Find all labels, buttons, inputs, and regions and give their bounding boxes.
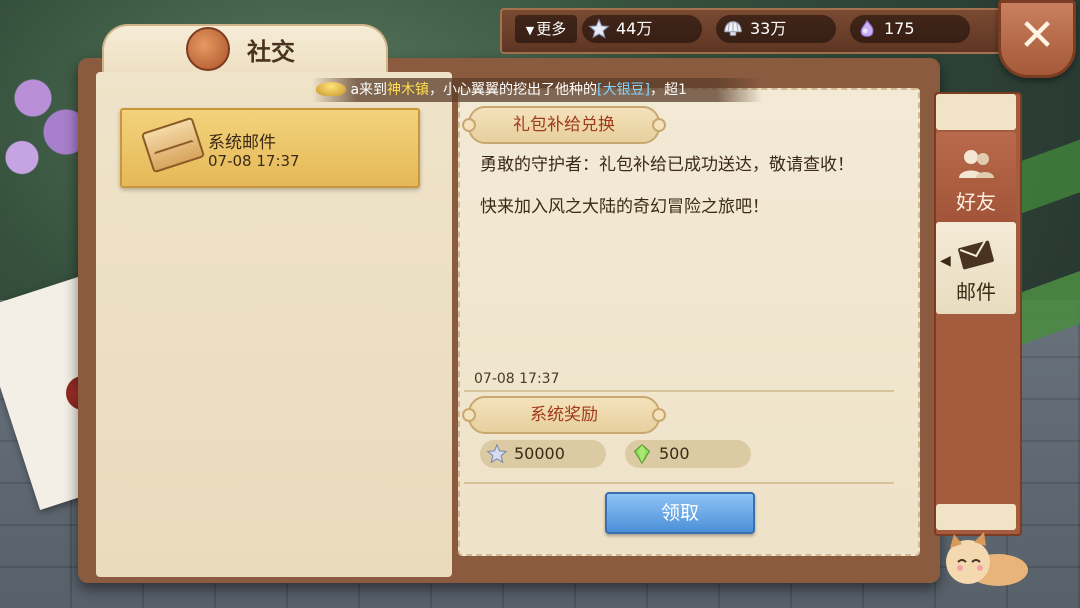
reward-header: 系统奖励 xyxy=(462,396,666,434)
tab-mail-label: 邮件 xyxy=(956,280,996,304)
currency-star[interactable]: 44万 xyxy=(582,15,702,43)
reward-header-label: 系统奖励 xyxy=(530,405,598,425)
currency-pearl[interactable]: 175 xyxy=(850,15,970,43)
chevron-down-icon: ▼ xyxy=(525,24,535,37)
ticker-text-1: a来到 xyxy=(350,82,388,98)
close-button[interactable]: ✕ xyxy=(998,0,1076,78)
star-icon xyxy=(588,18,610,39)
mail-list-item[interactable]: 系统邮件 07-08 17:37 xyxy=(120,108,420,188)
friends-icon xyxy=(959,150,994,178)
envelope-icon xyxy=(140,116,206,174)
game-scene: ▼ 更多 44万 33万 175 ✕ 社交 a来到神木镇，小心翼翼的挖出了他种的[… xyxy=(0,0,1080,608)
more-label: 更多 xyxy=(536,20,567,38)
shell-icon xyxy=(724,21,742,36)
more-button[interactable]: ▼ 更多 xyxy=(515,15,577,43)
currency-pearl-value: 175 xyxy=(884,19,915,38)
social-emblem-icon xyxy=(186,27,230,71)
ticker-item-link[interactable]: [大银豆] xyxy=(597,82,650,98)
message-line-2: 快来加入风之大陆的奇幻冒险之旅吧！ xyxy=(480,197,769,217)
ticker-place: 神木镇 xyxy=(387,82,430,98)
message-line-1: 勇敢的守护者：礼包补给已成功送达，敬请查收！ xyxy=(480,155,854,175)
close-icon: ✕ xyxy=(1018,10,1056,61)
reward-item[interactable]: 50000 xyxy=(480,440,606,468)
reward-value: 50000 xyxy=(514,444,565,463)
side-strip-cap xyxy=(936,94,1016,130)
system-ticker: a来到神木镇，小心翼翼的挖出了他种的[大银豆]，超1 xyxy=(312,78,762,102)
tab-friends[interactable]: 好友 xyxy=(936,132,1016,224)
active-tab-indicator-icon: ◀ xyxy=(940,253,951,269)
claim-label: 领取 xyxy=(660,502,699,524)
divider xyxy=(464,482,894,484)
silver-star-icon xyxy=(486,443,508,464)
tab-friends-label: 好友 xyxy=(956,190,996,214)
ticker-text-2: ，小心翼翼的挖出了他种的 xyxy=(429,82,598,98)
panel-title: 社交 xyxy=(247,38,295,66)
ticker-text-3: ，超1 xyxy=(649,82,687,98)
currency-shell[interactable]: 33万 xyxy=(716,15,836,43)
message-header: 礼包补给兑换 xyxy=(462,106,666,144)
mail-item-time: 07-08 17:37 xyxy=(208,152,300,170)
reward-value: 500 xyxy=(659,444,690,463)
currency-star-value: 44万 xyxy=(616,19,653,38)
divider xyxy=(464,390,894,392)
envelope-icon xyxy=(958,238,994,270)
side-strip-foot xyxy=(936,504,1016,530)
message-header-label: 礼包补给兑换 xyxy=(513,115,615,135)
green-gem-icon xyxy=(633,444,651,465)
currency-shell-value: 33万 xyxy=(750,19,787,38)
gold-ingot-icon xyxy=(316,82,346,96)
pet-mascot-icon xyxy=(946,532,1028,586)
pearl-icon xyxy=(860,19,874,37)
mail-item-title: 系统邮件 xyxy=(208,133,276,153)
message-time: 07-08 17:37 xyxy=(474,371,560,387)
claim-button[interactable]: 领取 xyxy=(605,492,755,534)
reward-item[interactable]: 500 xyxy=(625,440,751,468)
